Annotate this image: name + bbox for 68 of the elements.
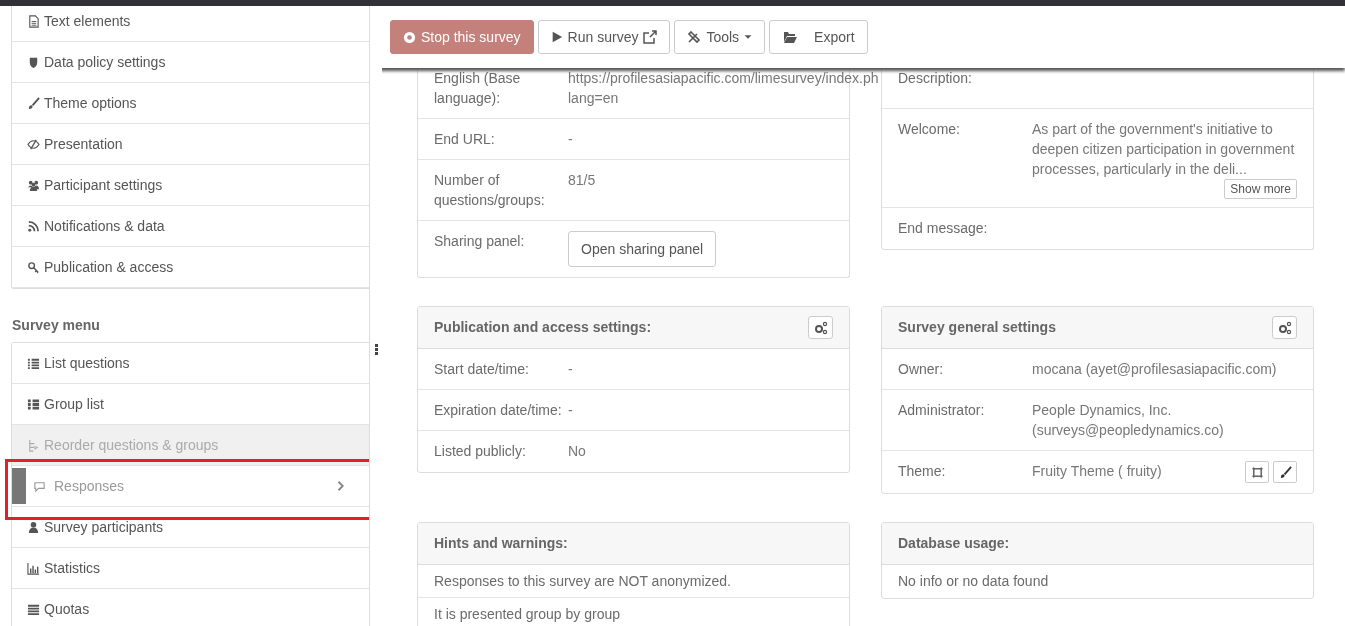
field-label: Start date/time: [434, 360, 530, 379]
user-icon [27, 520, 40, 534]
list-icon [27, 397, 40, 411]
settings-button[interactable] [808, 316, 833, 339]
field-value: As part of the government's initiative to deepen citizen participation in government processes, particularly in the deli... [1032, 120, 1296, 179]
brush-icon [27, 96, 40, 110]
gears-icon [1277, 320, 1292, 335]
field-label: End URL: [434, 130, 496, 149]
field-value: Fruity Theme ( fruity) [1032, 462, 1162, 481]
shield-icon [27, 55, 40, 69]
field-value: 81/5 [568, 171, 597, 190]
rss-icon [27, 219, 40, 233]
tools-button[interactable]: Tools [674, 20, 766, 54]
panel-title: Survey general settings [898, 318, 1056, 337]
field-label: Theme: [898, 462, 947, 481]
brush-icon [1278, 465, 1292, 479]
gears-icon [813, 320, 828, 335]
field-value: No [568, 442, 587, 461]
caret-icon [744, 33, 753, 41]
tools-icon [687, 30, 702, 44]
settings-button[interactable] [1272, 316, 1297, 339]
panel-title: Database usage: [898, 534, 1010, 553]
folder-icon [782, 30, 799, 44]
field-value: - [568, 130, 574, 149]
field-label: End message: [898, 219, 989, 238]
field-label: English (Base language): [434, 69, 522, 108]
field-value: lang=en [568, 89, 620, 108]
section-title: Survey menu [11, 316, 101, 335]
sharing-panel-button[interactable]: Open sharing panel [568, 231, 717, 267]
document-icon [27, 14, 40, 28]
bar-chart-icon [27, 561, 40, 575]
field-label: Listed publicly: [434, 442, 527, 461]
users-icon [27, 178, 40, 192]
show-more-button[interactable]: Show more [1224, 179, 1297, 199]
drag-handle-icon[interactable] [374, 344, 378, 355]
info-text: It is presented group by group [434, 605, 620, 624]
panel-title: Publication and access settings: [434, 318, 652, 337]
field-label: Welcome: [898, 120, 961, 139]
chevron-right-icon [335, 480, 347, 492]
run-button[interactable]: Run survey [537, 20, 671, 54]
export-button[interactable]: Export [769, 20, 868, 54]
speech-bubble-icon [33, 479, 46, 493]
key-icon [27, 260, 40, 274]
stop-icon [403, 30, 416, 44]
list-icon [27, 356, 40, 370]
field-label: Expiration date/time: [434, 401, 563, 420]
field-value: People Dynamics, Inc. (surveys@peopledynamics.co) [1032, 401, 1225, 440]
reorder-icon [27, 438, 40, 452]
field-value: mocana (ayet@profilesasiapacific.com) [1032, 360, 1278, 379]
field-label: Owner: [898, 360, 945, 379]
edit-theme-button[interactable] [1273, 461, 1297, 483]
field-label: Number of questions/groups: [434, 171, 546, 210]
field-value: https://profilesasiapacific.com/limesurvey/index.ph [568, 69, 879, 88]
preview-button[interactable] [1245, 461, 1269, 483]
field-label: Sharing panel: [434, 232, 526, 251]
info-text: No info or no data found [898, 572, 1049, 591]
field-value: - [568, 360, 574, 379]
quotas-icon [27, 602, 40, 616]
play-icon [550, 31, 563, 43]
sidebar-item[interactable]: List questions [12, 343, 369, 384]
external-link-icon [643, 30, 658, 44]
field-label: Administrator: [898, 401, 986, 420]
panel-title: Hints and warnings: [434, 534, 568, 553]
field-label: Description: [898, 69, 973, 88]
eye-slash-icon [27, 137, 40, 151]
frame-icon [1250, 465, 1264, 479]
field-value: - [568, 401, 574, 420]
info-text: Responses to this survey are NOT anonymized. [434, 572, 731, 591]
